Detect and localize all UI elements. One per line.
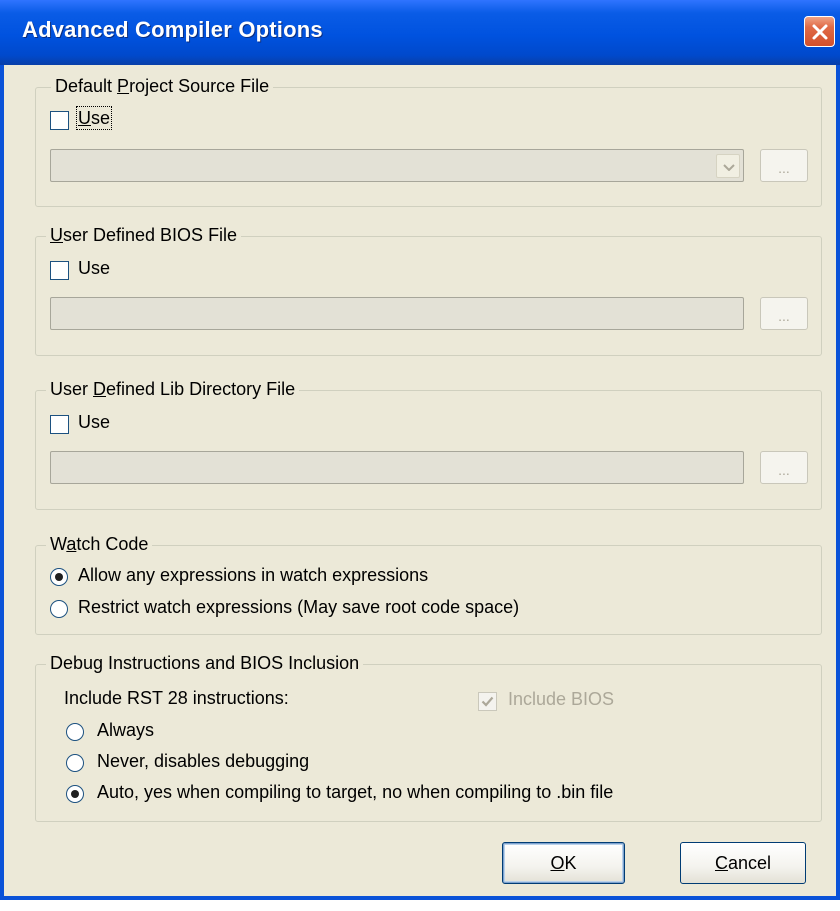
rst28-never-label[interactable]: Never, disables debugging [97, 751, 309, 772]
rst28-label: Include RST 28 instructions: [64, 688, 289, 708]
user-defined-lib-group: User Defined Lib Directory File [35, 379, 822, 510]
chevron-down-icon [723, 164, 735, 171]
bios-browse-button[interactable]: ... [760, 297, 808, 330]
include-bios-checkbox[interactable] [478, 692, 497, 711]
bios-use-label[interactable]: Use [78, 258, 110, 279]
close-icon [812, 24, 828, 40]
rst28-always-label[interactable]: Always [97, 720, 154, 741]
user-defined-lib-legend: User Defined Lib Directory File [46, 379, 300, 400]
watch-restrict-label[interactable]: Restrict watch expressions (May save roo… [78, 597, 519, 618]
user-defined-bios-legend: User Defined BIOS File [46, 225, 242, 246]
combobox-dropdown-button[interactable] [716, 154, 740, 178]
lib-use-checkbox[interactable] [50, 415, 69, 434]
close-button[interactable] [804, 16, 835, 47]
advanced-compiler-options-dialog: Advanced Compiler Options Default Projec… [0, 0, 840, 900]
watch-allow-any-label[interactable]: Allow any expressions in watch expressio… [78, 565, 428, 586]
default-source-use-checkbox[interactable] [50, 111, 69, 130]
window-frame-bottom [0, 896, 840, 900]
window-frame-left [0, 65, 4, 900]
lib-directory-field[interactable] [50, 451, 744, 484]
include-bios-label[interactable]: Include BIOS [508, 689, 614, 710]
rst28-never-radio[interactable] [66, 754, 84, 772]
bios-use-checkbox[interactable] [50, 261, 69, 280]
title-bar[interactable]: Advanced Compiler Options [0, 0, 840, 65]
lib-use-label[interactable]: Use [78, 412, 110, 433]
default-project-source-legend: Default Project Source File [51, 76, 274, 97]
rst28-always-radio[interactable] [66, 723, 84, 741]
lib-browse-button[interactable]: ... [760, 451, 808, 484]
watch-restrict-radio[interactable] [50, 600, 68, 618]
rst28-auto-radio[interactable] [66, 785, 84, 803]
default-source-combobox[interactable] [50, 149, 744, 182]
default-source-browse-button[interactable]: ... [760, 149, 808, 182]
watch-code-legend: Watch Code [46, 534, 153, 555]
dialog-title: Advanced Compiler Options [22, 17, 323, 42]
debug-instructions-legend: Debug Instructions and BIOS Inclusion [46, 653, 364, 674]
default-project-source-group: Default Project Source File [35, 76, 822, 207]
watch-allow-any-radio[interactable] [50, 568, 68, 586]
window-frame-right [836, 65, 840, 900]
user-defined-bios-group: User Defined BIOS File [35, 225, 822, 356]
watch-code-group: Watch Code [35, 534, 822, 635]
checkmark-icon [481, 696, 494, 707]
cancel-button[interactable]: Cancel [680, 842, 806, 884]
ok-button[interactable]: OK [502, 842, 625, 884]
default-source-use-label[interactable]: Use [75, 106, 113, 130]
bios-file-field[interactable] [50, 297, 744, 330]
rst28-auto-label[interactable]: Auto, yes when compiling to target, no w… [97, 782, 613, 803]
